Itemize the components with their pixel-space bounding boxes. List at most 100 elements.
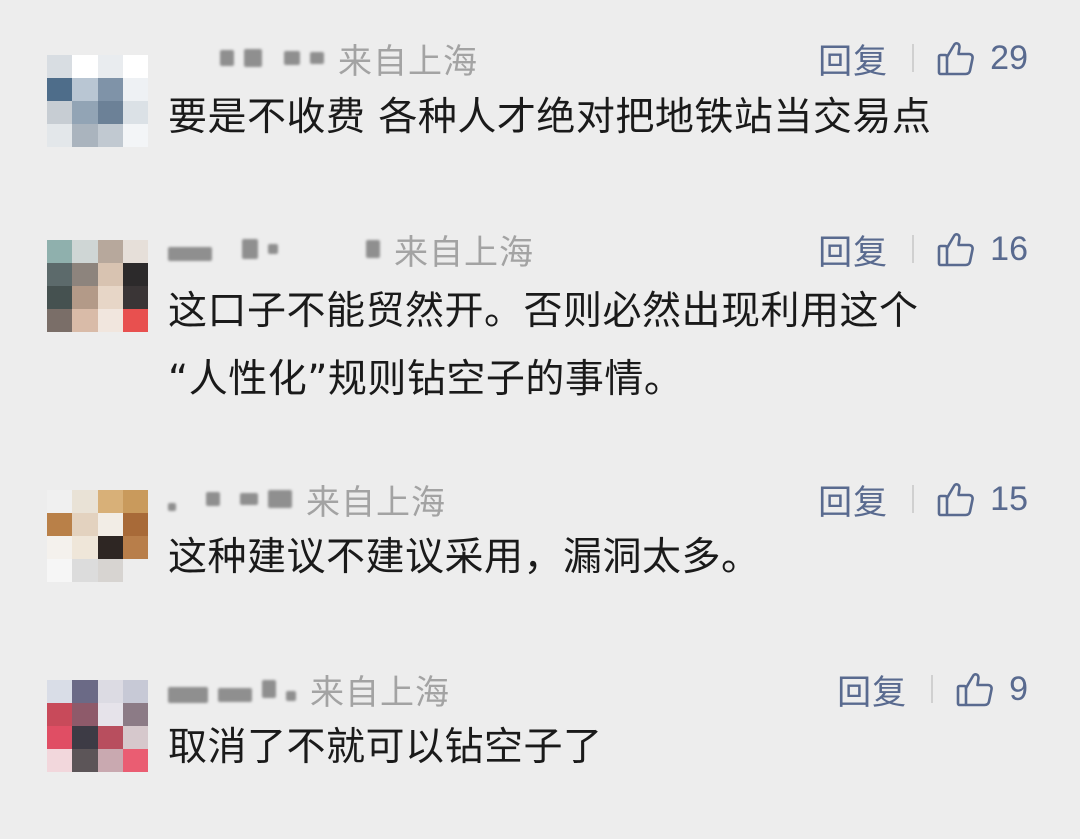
location-label: 来自上海 (310, 672, 450, 713)
like-count: 9 (1009, 669, 1028, 708)
avatar-pixel (122, 726, 148, 749)
avatar-pixel (72, 78, 98, 101)
comment-text-line: 取消了不就可以钻空子了 (168, 725, 603, 770)
avatar-pixel (97, 263, 123, 286)
comment-actions: 回复 16 (818, 225, 1028, 274)
avatar-pixel (97, 240, 123, 263)
avatar-pixel (97, 726, 123, 749)
avatar-pixel (122, 513, 148, 536)
location-label: 来自上海 (338, 41, 478, 82)
avatar-pixel (97, 680, 123, 703)
thumbs-up-icon[interactable] (936, 479, 976, 519)
avatar-pixel (47, 286, 73, 309)
comment-actions: 回复 9 (837, 665, 1028, 714)
avatar-pixel (47, 55, 73, 78)
divider (912, 485, 915, 513)
avatar-pixel (97, 490, 123, 513)
user-info-line: 来自上海 (168, 227, 534, 273)
avatar[interactable] (47, 490, 148, 582)
avatar-pixel (47, 536, 73, 559)
avatar-pixel (122, 559, 148, 582)
avatar-pixel (72, 101, 98, 124)
reply-button[interactable]: 回复 (818, 34, 888, 83)
thumbs-up-icon[interactable] (955, 669, 995, 709)
avatar-pixel (122, 78, 148, 101)
avatar-pixel (72, 490, 98, 513)
divider (931, 675, 934, 703)
avatar-pixel (122, 240, 148, 263)
username-blurred[interactable] (168, 237, 380, 261)
username-blurred[interactable] (168, 675, 296, 703)
like-count: 16 (990, 229, 1028, 268)
avatar-pixel (72, 703, 98, 726)
reply-button[interactable]: 回复 (818, 225, 888, 274)
avatar-pixel (122, 749, 148, 772)
avatar-pixel (122, 703, 148, 726)
avatar-pixel (72, 55, 98, 78)
avatar-pixel (72, 680, 98, 703)
avatar-pixel (97, 124, 123, 147)
avatar-pixel (97, 536, 123, 559)
avatar-pixel (97, 749, 123, 772)
avatar-pixel (47, 263, 73, 286)
avatar-pixel (72, 513, 98, 536)
username-blurred[interactable] (168, 49, 324, 67)
avatar-pixel (72, 309, 98, 332)
comment-text: 这口子不能贸然开。否则必然出现利用这个 “人性化”规则钻空子的事情。 (168, 278, 919, 414)
avatar-pixel (47, 680, 73, 703)
avatar-pixel (72, 286, 98, 309)
user-info-line: 来自上海 (168, 36, 478, 82)
avatar-pixel (97, 559, 123, 582)
location-label: 来自上海 (306, 482, 446, 523)
avatar-pixel (122, 309, 148, 332)
avatar-pixel (122, 55, 148, 78)
avatar-pixel (47, 309, 73, 332)
avatar-pixel (122, 536, 148, 559)
avatar-pixel (97, 78, 123, 101)
avatar[interactable] (47, 55, 148, 147)
avatar-pixel (47, 490, 73, 513)
avatar-pixel (97, 286, 123, 309)
avatar-pixel (47, 749, 73, 772)
location-label: 来自上海 (394, 232, 534, 273)
avatar-pixel (72, 240, 98, 263)
avatar-pixel (97, 55, 123, 78)
avatar-pixel (47, 559, 73, 582)
avatar-pixel (47, 78, 73, 101)
divider (912, 235, 915, 263)
avatar-pixel (47, 513, 73, 536)
comment-text: 取消了不就可以钻空子了 (168, 714, 603, 782)
comment-text-line: “人性化”规则钻空子的事情。 (168, 357, 684, 402)
reply-button[interactable]: 回复 (837, 665, 907, 714)
avatar-pixel (72, 726, 98, 749)
avatar-pixel (47, 101, 73, 124)
avatar-pixel (72, 749, 98, 772)
comment-actions: 回复 29 (818, 34, 1028, 83)
thumbs-up-icon[interactable] (936, 38, 976, 78)
avatar-pixel (122, 286, 148, 309)
avatar-pixel (47, 240, 73, 263)
user-info-line: 来自上海 (168, 667, 450, 713)
avatar-pixel (72, 124, 98, 147)
avatar-pixel (97, 513, 123, 536)
reply-button[interactable]: 回复 (818, 475, 888, 524)
avatar-pixel (72, 536, 98, 559)
avatar[interactable] (47, 240, 148, 332)
username-blurred[interactable] (168, 487, 292, 511)
avatar-pixel (122, 101, 148, 124)
user-info-line: 来自上海 (168, 477, 446, 523)
avatar-pixel (122, 680, 148, 703)
comment-actions: 回复 15 (818, 475, 1028, 524)
comment-text-line: 这种建议不建议采用，漏洞太多。 (168, 535, 761, 580)
avatar-pixel (97, 309, 123, 332)
divider (912, 44, 915, 72)
avatar[interactable] (47, 680, 148, 772)
avatar-pixel (47, 703, 73, 726)
comment-text: 要是不收费 各种人才绝对把地铁站当交易点 (168, 84, 931, 152)
avatar-pixel (122, 124, 148, 147)
avatar-pixel (47, 726, 73, 749)
comment-text-line: 要是不收费 各种人才绝对把地铁站当交易点 (168, 95, 932, 140)
avatar-pixel (122, 490, 148, 513)
thumbs-up-icon[interactable] (936, 229, 976, 269)
avatar-pixel (97, 703, 123, 726)
